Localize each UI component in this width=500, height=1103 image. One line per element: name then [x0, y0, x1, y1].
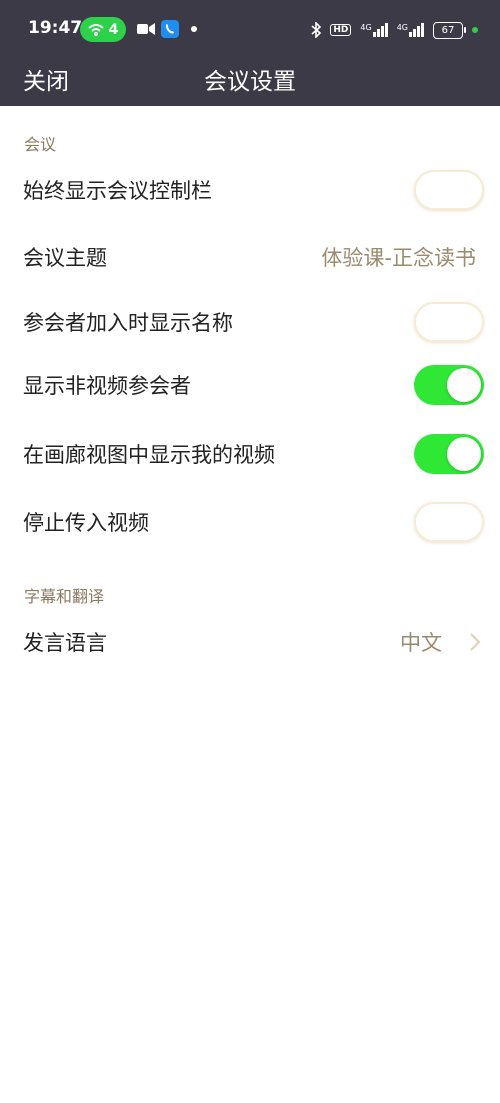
signal-4g-icon: 4G [360, 23, 388, 37]
setting-row-show-non-video[interactable]: 显示非视频参会者 [0, 355, 500, 415]
show-names-on-join-toggle[interactable] [414, 302, 484, 342]
setting-row-show-names-on-join[interactable]: 参会者加入时显示名称 [0, 292, 500, 352]
battery-level: 67 [441, 24, 455, 36]
setting-label: 停止传入视频 [23, 511, 149, 535]
privacy-dot-icon [472, 27, 478, 33]
status-right: HD 4G 4G 67 [311, 19, 478, 41]
battery-icon: 67 [433, 21, 466, 39]
network-type-1: 4G [360, 23, 372, 32]
phone-call-icon [161, 20, 179, 38]
show-non-video-toggle[interactable] [414, 365, 484, 405]
meeting-topic-value: 体验课-正念读书 [321, 246, 476, 270]
network-type-2: 4G [396, 23, 408, 32]
status-bar: 19:47 4 HD 4G 4G 67 [0, 0, 500, 60]
setting-label: 发言语言 [23, 631, 107, 655]
always-show-controls-toggle[interactable] [414, 170, 484, 210]
notification-dot-icon [191, 26, 197, 32]
hd-icon: HD [330, 24, 352, 36]
section-header-meeting: 会议 [24, 135, 57, 154]
setting-row-speaking-language[interactable]: 发言语言 中文 [0, 612, 500, 672]
setting-label: 会议主题 [23, 246, 107, 270]
setting-label: 在画廊视图中显示我的视频 [23, 443, 275, 467]
page-title: 会议设置 [204, 69, 296, 95]
stop-incoming-video-toggle[interactable] [414, 502, 484, 542]
wifi-hotspot-icon [87, 23, 104, 36]
setting-row-meeting-topic[interactable]: 会议主题 体验课-正念读书 [0, 227, 500, 287]
setting-label: 显示非视频参会者 [23, 374, 191, 398]
toggle-knob [447, 437, 481, 471]
status-time: 19:47 [28, 18, 83, 38]
setting-label: 始终显示会议控制栏 [23, 179, 212, 203]
signal-4g-icon-2: 4G [397, 23, 424, 37]
toggle-knob [447, 368, 481, 402]
setting-label: 参会者加入时显示名称 [23, 311, 233, 335]
setting-row-stop-incoming-video[interactable]: 停止传入视频 [0, 492, 500, 552]
speaking-language-value: 中文 [400, 631, 442, 655]
top-bar: 19:47 4 HD 4G 4G 67 关闭 会议设置 [0, 0, 500, 106]
setting-row-always-show-controls[interactable]: 始终显示会议控制栏 [0, 160, 500, 220]
hotspot-badge: 4 [80, 17, 126, 42]
show-my-video-toggle[interactable] [414, 434, 484, 474]
chevron-right-icon [470, 633, 481, 651]
bluetooth-icon [311, 22, 322, 38]
setting-row-show-my-video[interactable]: 在画廊视图中显示我的视频 [0, 424, 500, 484]
video-camera-icon [137, 23, 155, 35]
hotspot-count: 4 [108, 21, 119, 38]
section-header-captions: 字幕和翻译 [24, 587, 105, 606]
